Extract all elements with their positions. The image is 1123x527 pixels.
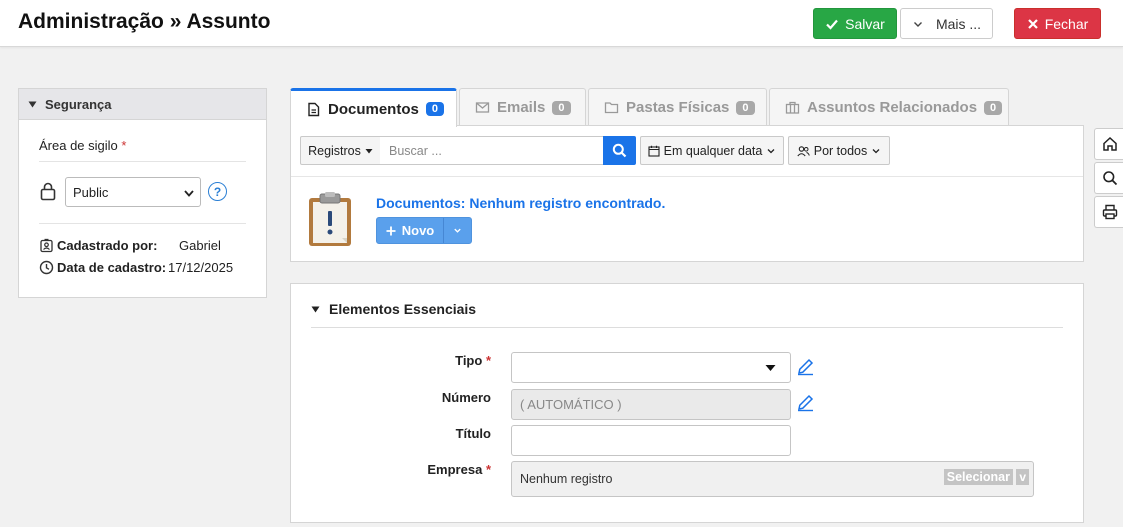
- close-icon: [1027, 18, 1038, 29]
- created-at-row: Data de cadastro: 17/12/2025: [39, 260, 233, 275]
- chevron-down-icon: [184, 190, 194, 197]
- tab-count-badge: 0: [552, 100, 571, 115]
- chevron-down-icon: [913, 21, 922, 27]
- document-icon: [308, 102, 320, 116]
- divider: [291, 176, 1083, 177]
- search-input[interactable]: Buscar ...: [380, 136, 604, 165]
- clipboard-alert-icon: [309, 192, 351, 246]
- close-button[interactable]: Fechar: [1014, 8, 1101, 39]
- created-by-label: Cadastrado por:: [57, 238, 158, 253]
- titulo-input[interactable]: [511, 425, 791, 456]
- secrecy-area-select[interactable]: Public: [65, 177, 201, 207]
- pencil-icon[interactable]: [796, 357, 815, 376]
- user-badge-icon: [40, 238, 53, 253]
- caret-down-icon: [365, 148, 373, 153]
- caret-down-icon: [311, 306, 320, 312]
- titulo-label: Título: [455, 426, 491, 441]
- tab-label: Assuntos Relacionados: [807, 99, 978, 116]
- tab-label: Pastas Físicas: [626, 99, 730, 116]
- numero-label: Número: [441, 390, 491, 405]
- envelope-icon: [475, 102, 490, 113]
- created-by-value: Gabriel: [179, 238, 221, 253]
- tab-emails[interactable]: Emails 0: [459, 88, 586, 126]
- new-button-main[interactable]: Novo: [377, 218, 444, 243]
- users-icon: [797, 145, 810, 156]
- empresa-value: Nenhum registro: [520, 472, 613, 486]
- help-icon[interactable]: ?: [208, 182, 227, 201]
- user-filter-label: Por todos: [813, 143, 868, 158]
- top-bar: Administração » Assunto Salvar Mais ... …: [0, 0, 1123, 47]
- calendar-icon: [648, 145, 660, 157]
- more-button-label: Mais ...: [935, 15, 982, 32]
- briefcase-icon: [785, 101, 800, 114]
- print-button[interactable]: [1094, 196, 1123, 228]
- tab-label: Documentos: [328, 100, 419, 118]
- created-by-row: Cadastrado por: Gabriel: [39, 238, 221, 253]
- essential-elements-title: Elementos Essenciais: [329, 301, 477, 317]
- tab-count-badge: 0: [425, 102, 444, 116]
- plus-icon: [386, 226, 396, 235]
- chevron-down-icon: [767, 148, 775, 153]
- more-button[interactable]: Mais ...: [900, 8, 993, 39]
- tab-documentos[interactable]: Documentos 0: [290, 88, 457, 127]
- tab-count-badge: 0: [736, 100, 755, 115]
- created-at-value: 17/12/2025: [168, 260, 234, 275]
- clock-icon: [39, 260, 54, 275]
- tab-pastas-fisicas[interactable]: Pastas Físicas 0: [588, 88, 767, 126]
- close-button-label: Fechar: [1044, 15, 1089, 32]
- tab-label: Emails: [497, 99, 546, 116]
- security-panel: Segurança Área de sigilo * Public ? Cada…: [18, 88, 267, 298]
- divider: [311, 327, 1063, 328]
- empresa-label: Empresa *: [427, 462, 491, 477]
- essential-elements-panel: Elementos Essenciais Tipo * Número ( AUT…: [290, 283, 1084, 523]
- essential-elements-header[interactable]: Elementos Essenciais: [311, 301, 476, 317]
- tipo-select[interactable]: [511, 352, 791, 383]
- chevron-down-icon: [872, 148, 880, 153]
- search-icon: [1102, 171, 1117, 186]
- divider: [39, 161, 246, 162]
- home-button[interactable]: [1094, 128, 1123, 160]
- divider: [39, 223, 246, 224]
- numero-field: ( AUTOMÁTICO ): [511, 389, 791, 420]
- created-at-label: Data de cadastro:: [57, 260, 167, 275]
- select-company-button[interactable]: Selecionar: [943, 469, 1013, 485]
- caret-down-icon: [765, 365, 776, 371]
- empty-message: Documentos: Nenhum registro encontrado.: [376, 195, 666, 211]
- user-filter-dropdown[interactable]: Por todos: [788, 136, 890, 165]
- new-document-button[interactable]: Novo: [376, 217, 472, 244]
- chevron-down-icon: [454, 228, 461, 233]
- records-label: Registros: [308, 143, 361, 158]
- tipo-label: Tipo *: [455, 353, 491, 368]
- lock-icon: [40, 182, 56, 201]
- printer-icon: [1102, 204, 1117, 220]
- company-dropdown-toggle[interactable]: v: [1016, 469, 1029, 485]
- home-icon: [1102, 136, 1117, 151]
- new-button-label: Novo: [401, 223, 435, 238]
- date-filter-label: Em qualquer data: [663, 143, 763, 158]
- page-title: Administração » Assunto: [18, 10, 271, 33]
- search-icon: [612, 143, 627, 158]
- save-button-label: Salvar: [845, 15, 885, 32]
- tab-count-badge: 0: [984, 100, 1003, 115]
- folder-icon: [604, 102, 619, 114]
- search-button[interactable]: [603, 136, 636, 165]
- tab-assuntos-relacionados[interactable]: Assuntos Relacionados 0: [769, 88, 1009, 126]
- search-side-button[interactable]: [1094, 162, 1123, 194]
- secrecy-area-value: Public: [73, 184, 109, 200]
- security-panel-header[interactable]: Segurança: [19, 89, 266, 120]
- empresa-field[interactable]: Nenhum registro Selecionar v: [511, 461, 1034, 497]
- save-button[interactable]: Salvar: [813, 8, 897, 39]
- caret-down-icon: [28, 101, 37, 107]
- new-button-dropdown[interactable]: [444, 218, 471, 243]
- check-icon: [826, 19, 838, 30]
- records-dropdown[interactable]: Registros: [300, 136, 381, 165]
- secrecy-area-label: Área de sigilo *: [39, 138, 127, 153]
- date-filter-dropdown[interactable]: Em qualquer data: [640, 136, 784, 165]
- pencil-icon[interactable]: [796, 393, 815, 412]
- security-panel-title: Segurança: [45, 96, 112, 112]
- documents-panel: Registros Buscar ... Em qualquer data Po…: [290, 125, 1084, 262]
